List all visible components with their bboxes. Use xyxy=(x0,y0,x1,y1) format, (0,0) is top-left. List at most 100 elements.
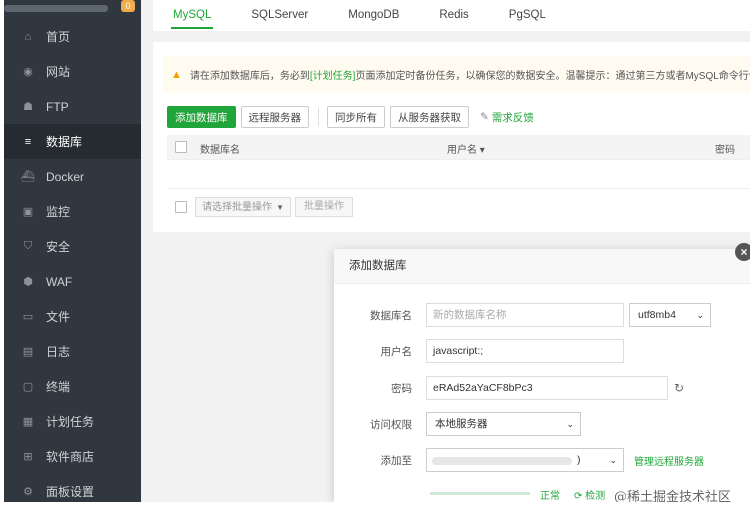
add-to-select[interactable]: ) ⌄ xyxy=(426,448,624,472)
calendar-icon: ▦ xyxy=(22,416,34,428)
sidebar-item-label: 网站 xyxy=(46,65,71,79)
fetch-from-server-button[interactable]: 从服务器获取 xyxy=(390,106,469,128)
access-row: 访问权限 本地服务器 ⌄ xyxy=(334,411,581,437)
notice-prefix: 请在添加数据库后，务必到 xyxy=(189,71,310,82)
chevron-down-icon: ⌄ xyxy=(696,310,704,320)
cron-task-link[interactable]: [计划任务] xyxy=(310,67,356,82)
waf-icon: ⬢ xyxy=(23,276,33,288)
folder-icon: ▭ xyxy=(22,311,34,323)
sidebar-item-label: 软件商店 xyxy=(46,450,95,464)
log-icon: ▤ xyxy=(22,346,34,358)
server-name-redacted xyxy=(4,5,108,12)
col-password: 密码 xyxy=(715,145,735,156)
globe-icon: ◉ xyxy=(23,66,33,78)
password-input[interactable]: eRAd52aYaCF8bPc3 xyxy=(426,376,668,400)
feedback-label: 需求反馈 xyxy=(491,111,534,124)
watermark: @稀土掘金技术社区 xyxy=(614,490,732,502)
sync-all-button[interactable]: 同步所有 xyxy=(327,106,385,128)
sidebar-item-ftp-user[interactable]: ☗ FTP xyxy=(4,89,141,124)
add-to-row: 添加至 ) ⌄ 管理远程服务器 xyxy=(334,447,704,473)
database-table: 数据库名 用户名 ▾ 密码 xyxy=(167,135,750,189)
sidebar-item-label: 终端 xyxy=(46,380,71,394)
ftp-user-icon: ☗ xyxy=(23,101,33,113)
table-header: 数据库名 用户名 ▾ 密码 xyxy=(167,135,750,160)
remote-server-button[interactable]: 远程服务器 xyxy=(240,106,309,128)
password-label: 密码 xyxy=(391,382,412,395)
sidebar-item-label: Docker xyxy=(46,169,85,184)
backup-notice: ▲ 请在添加数据库后，务必到 [计划任务] 页面添加定时备份任务，以确保您的数据… xyxy=(163,56,750,93)
access-select[interactable]: 本地服务器 ⌄ xyxy=(426,412,581,436)
terminal-icon: ▢ xyxy=(22,381,34,393)
sidebar-item-waf[interactable]: ⬢ WAF xyxy=(4,264,141,299)
tab-sqlserver[interactable]: SQLServer xyxy=(231,0,328,31)
check-button[interactable]: ⟳ 检测 xyxy=(574,487,605,502)
sidebar-item-label: WAF xyxy=(46,274,73,289)
select-all-checkbox[interactable] xyxy=(175,141,187,153)
add-database-dialog: 添加数据库 数据库名 新的数据库名称 utf8mb4 ⌄ 用户名 javascr… xyxy=(334,249,750,502)
batch-select-placeholder: 请选择批量操作 xyxy=(202,202,272,213)
username-row: 用户名 javascript:; xyxy=(334,338,624,364)
sidebar-item-label: FTP xyxy=(46,99,69,114)
db-type-tabs: MySQL SQLServer MongoDB Redis PgSQL xyxy=(153,0,750,31)
manage-remote-link[interactable]: 管理远程服务器 xyxy=(634,453,704,468)
username-input[interactable]: javascript:; xyxy=(426,339,624,363)
password-row: 密码 eRAd52aYaCF8bPc3 ↻ xyxy=(334,375,684,401)
app-frame: 0 ⌂ 首页 ◉ 网站 ☗ FTP ≡ 数据库 ⛴ Docker ▣ 监控 ⛉ 安全 ⬢ WAF ▭ 文件 ▤ 日志 ▢… xyxy=(4,0,750,502)
docker-icon: ⛴ xyxy=(21,171,35,183)
sidebar-item-home[interactable]: ⌂ 首页 xyxy=(4,19,141,54)
username-label: 用户名 xyxy=(380,345,413,358)
shield-icon: ⛉ xyxy=(23,240,33,252)
tab-redis[interactable]: Redis xyxy=(419,0,488,31)
sidebar-item-database[interactable]: ≡ 数据库 xyxy=(4,124,141,159)
db-name-row: 数据库名 新的数据库名称 utf8mb4 ⌄ xyxy=(334,302,711,328)
col-db-name: 数据库名 xyxy=(200,145,240,156)
sidebar-item-apps[interactable]: ⊞ 软件商店 xyxy=(4,439,141,474)
apps-icon: ⊞ xyxy=(23,451,33,463)
sidebar-item-settings[interactable]: ⚙ 面板设置 xyxy=(4,474,141,502)
sidebar-item-globe[interactable]: ◉ 网站 xyxy=(4,54,141,89)
sidebar-header: 0 xyxy=(4,0,141,19)
sidebar-item-shield[interactable]: ⛉ 安全 xyxy=(4,229,141,264)
add-to-label: 添加至 xyxy=(380,454,413,467)
warning-icon: ▲ xyxy=(171,68,182,81)
chevron-down-icon: ⌄ xyxy=(609,455,617,465)
sidebar-item-label: 面板设置 xyxy=(46,485,95,499)
server-status-row: 正常 ⟳ 检测 @稀土掘金技术社区 xyxy=(334,486,750,502)
database-icon: ≡ xyxy=(24,135,32,148)
close-icon[interactable]: × xyxy=(735,243,750,261)
tab-mongodb[interactable]: MongoDB xyxy=(328,0,419,31)
tab-mysql[interactable]: MySQL xyxy=(153,0,231,31)
batch-operation-button[interactable]: 批量操作 xyxy=(295,197,353,217)
settings-icon: ⚙ xyxy=(23,486,33,498)
sidebar-item-label: 首页 xyxy=(46,30,71,44)
tab-pgsql[interactable]: PgSQL xyxy=(489,0,566,31)
add-database-button[interactable]: 添加数据库 xyxy=(167,106,236,128)
toolbar: 添加数据库 远程服务器 同步所有 从服务器获取 ✎ 需求反馈 xyxy=(167,105,750,129)
batch-checkbox[interactable] xyxy=(175,201,187,213)
redacted-status xyxy=(430,492,530,495)
sidebar-item-terminal[interactable]: ▢ 终端 xyxy=(4,369,141,404)
check-label: 检测 xyxy=(585,491,606,502)
sidebar-item-calendar[interactable]: ▦ 计划任务 xyxy=(4,404,141,439)
refresh-password-icon[interactable]: ↻ xyxy=(674,381,684,395)
notification-badge[interactable]: 0 xyxy=(121,0,135,12)
sidebar-item-monitor[interactable]: ▣ 监控 xyxy=(4,194,141,229)
status-ok: 正常 xyxy=(540,491,560,502)
sidebar-item-label: 安全 xyxy=(46,240,71,254)
sidebar-item-docker[interactable]: ⛴ Docker xyxy=(4,159,141,194)
add-to-value: ) xyxy=(577,454,581,466)
batch-operation-select[interactable]: 请选择批量操作 ▼ xyxy=(195,197,291,217)
access-value: 本地服务器 xyxy=(435,418,488,430)
dialog-title: 添加数据库 xyxy=(334,249,750,284)
db-name-input[interactable]: 新的数据库名称 xyxy=(426,303,624,327)
notice-suffix: 页面添加定时备份任务，以确保您的数据安全。温馨提示：通过第三方或者MySQL命令… xyxy=(355,71,750,82)
col-username[interactable]: 用户名 ▾ xyxy=(447,141,485,156)
batch-bar: 请选择批量操作 ▼ 批量操作 xyxy=(167,197,353,217)
sidebar-item-log[interactable]: ▤ 日志 xyxy=(4,334,141,369)
sidebar-item-label: 日志 xyxy=(46,345,71,359)
sidebar-item-folder[interactable]: ▭ 文件 xyxy=(4,299,141,334)
charset-select[interactable]: utf8mb4 ⌄ xyxy=(629,303,711,327)
table-body-empty xyxy=(167,160,750,189)
sidebar-item-label: 监控 xyxy=(46,205,71,219)
feedback-link[interactable]: ✎ 需求反馈 xyxy=(480,110,534,125)
